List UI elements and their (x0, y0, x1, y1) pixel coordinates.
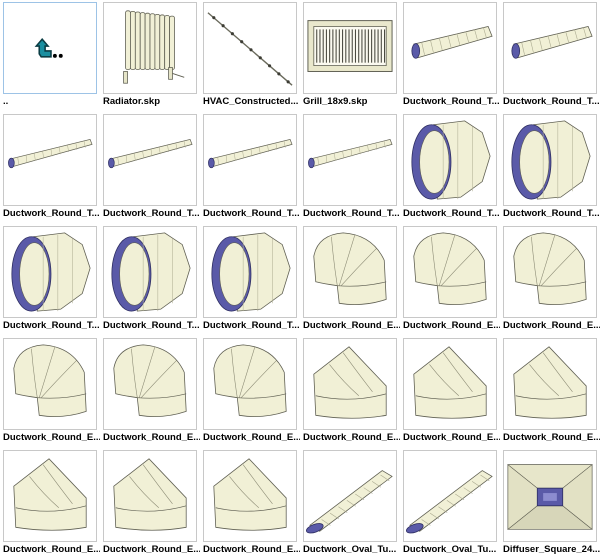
file-item-label: Ductwork_Round_T... (403, 96, 500, 107)
duct-ring-icon (203, 226, 297, 318)
file-item-label: Ductwork_Round_T... (503, 208, 600, 219)
file-item[interactable]: Ductwork_Oval_Tu... (400, 448, 500, 560)
duct-long-icon (3, 114, 97, 206)
file-item[interactable]: Diffuser_Square_24... (500, 448, 600, 560)
file-item-label: .. (3, 96, 9, 107)
file-item[interactable]: Ductwork_Round_E... (0, 336, 100, 448)
duct-ring-icon (3, 226, 97, 318)
file-item[interactable]: Ductwork_Oval_Tu... (300, 448, 400, 560)
elbow-90-icon (303, 226, 397, 318)
file-item-label: Ductwork_Round_E... (103, 432, 200, 443)
elbow-45-icon (3, 450, 97, 542)
file-item-label: Ductwork_Round_E... (403, 432, 500, 443)
file-item-label: Ductwork_Round_E... (403, 320, 500, 331)
file-item-label: Ductwork_Round_T... (503, 96, 600, 107)
elbow-90-icon (403, 226, 497, 318)
file-item-label: Ductwork_Round_E... (503, 320, 600, 331)
elbow-45-icon (403, 338, 497, 430)
file-item[interactable]: Ductwork_Round_E... (300, 224, 400, 336)
file-item[interactable]: Radiator.skp (100, 0, 200, 112)
file-item[interactable]: Ductwork_Round_E... (100, 336, 200, 448)
thumbnail-grid: .. Radiator.skp HVAC_Constructed... Grill_1… (0, 0, 600, 560)
file-item[interactable]: Grill_18x9.skp (300, 0, 400, 112)
file-item[interactable]: Ductwork_Round_E... (200, 336, 300, 448)
file-item[interactable]: Ductwork_Round_E... (500, 224, 600, 336)
duct-ring-icon (503, 114, 597, 206)
file-item-label: Ductwork_Round_E... (3, 432, 100, 443)
elbow-45-icon (203, 450, 297, 542)
parent-folder-icon (3, 2, 97, 94)
file-item-label: Ductwork_Round_E... (103, 544, 200, 555)
elbow-90-icon (103, 338, 197, 430)
duct-long-icon (303, 114, 397, 206)
file-item[interactable]: Ductwork_Round_T... (100, 112, 200, 224)
duct-long-thick-icon (503, 2, 597, 94)
duct-long-icon (203, 114, 297, 206)
elbow-90-icon (3, 338, 97, 430)
file-item-label: Radiator.skp (103, 96, 161, 107)
file-item-label: Ductwork_Round_E... (203, 432, 300, 443)
file-item[interactable]: Ductwork_Round_E... (400, 224, 500, 336)
diffuser-icon (503, 450, 597, 542)
file-item[interactable]: Ductwork_Round_E... (200, 448, 300, 560)
file-item[interactable]: Ductwork_Round_T... (500, 0, 600, 112)
file-item-label: Ductwork_Round_E... (303, 320, 400, 331)
file-item-label: Ductwork_Oval_Tu... (403, 544, 497, 555)
file-item[interactable]: Ductwork_Round_T... (400, 0, 500, 112)
file-item[interactable]: Ductwork_Round_E... (400, 336, 500, 448)
file-item[interactable]: Ductwork_Round_E... (100, 448, 200, 560)
file-item-label: Ductwork_Oval_Tu... (303, 544, 397, 555)
oval-duct-icon (303, 450, 397, 542)
file-item-label: HVAC_Constructed... (203, 96, 299, 107)
radiator-icon (103, 2, 197, 94)
file-item-label: Ductwork_Round_T... (403, 208, 500, 219)
hvac-run-icon (203, 2, 297, 94)
file-item-label: Ductwork_Round_E... (3, 544, 100, 555)
file-item[interactable]: Ductwork_Round_T... (100, 224, 200, 336)
file-item[interactable]: Ductwork_Round_E... (0, 448, 100, 560)
file-item-label: Ductwork_Round_T... (203, 320, 300, 331)
elbow-90-icon (203, 338, 297, 430)
duct-long-icon (103, 114, 197, 206)
file-item[interactable]: Ductwork_Round_E... (300, 336, 400, 448)
file-item-label: Ductwork_Round_T... (3, 208, 100, 219)
file-item[interactable]: Ductwork_Round_T... (300, 112, 400, 224)
file-item[interactable]: Ductwork_Round_T... (200, 112, 300, 224)
file-item-label: Diffuser_Square_24... (503, 544, 600, 555)
file-item[interactable]: Ductwork_Round_T... (500, 112, 600, 224)
grill-icon (303, 2, 397, 94)
elbow-90-icon (503, 226, 597, 318)
file-item-label: Ductwork_Round_T... (203, 208, 300, 219)
file-item[interactable]: Ductwork_Round_T... (0, 112, 100, 224)
duct-ring-icon (403, 114, 497, 206)
file-item[interactable]: Ductwork_Round_T... (400, 112, 500, 224)
file-item-label: Ductwork_Round_T... (303, 208, 400, 219)
file-item[interactable]: Ductwork_Round_T... (0, 224, 100, 336)
file-item-label: Ductwork_Round_T... (103, 320, 200, 331)
file-item[interactable]: Ductwork_Round_E... (500, 336, 600, 448)
elbow-45-icon (103, 450, 197, 542)
file-item-label: Ductwork_Round_E... (203, 544, 300, 555)
file-item[interactable]: HVAC_Constructed... (200, 0, 300, 112)
oval-duct-icon (403, 450, 497, 542)
duct-ring-icon (103, 226, 197, 318)
file-item-label: Ductwork_Round_E... (303, 432, 400, 443)
file-item-label: Ductwork_Round_E... (503, 432, 600, 443)
file-item[interactable]: Ductwork_Round_T... (200, 224, 300, 336)
duct-long-thick-icon (403, 2, 497, 94)
elbow-45-icon (503, 338, 597, 430)
file-item-label: Grill_18x9.skp (303, 96, 368, 107)
file-item-label: Ductwork_Round_T... (103, 208, 200, 219)
file-item[interactable]: .. (0, 0, 100, 112)
elbow-45-icon (303, 338, 397, 430)
file-item-label: Ductwork_Round_T... (3, 320, 100, 331)
